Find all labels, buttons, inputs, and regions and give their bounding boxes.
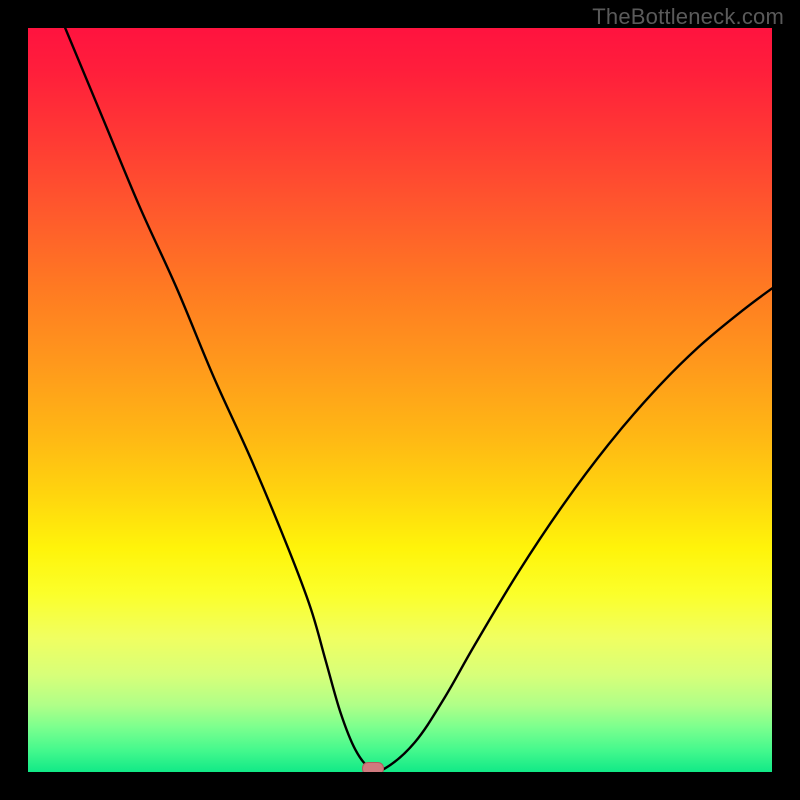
bottleneck-curve <box>28 28 772 772</box>
plot-area <box>28 28 772 772</box>
optimum-marker <box>362 762 384 772</box>
chart-frame: TheBottleneck.com <box>0 0 800 800</box>
watermark-text: TheBottleneck.com <box>592 4 784 30</box>
